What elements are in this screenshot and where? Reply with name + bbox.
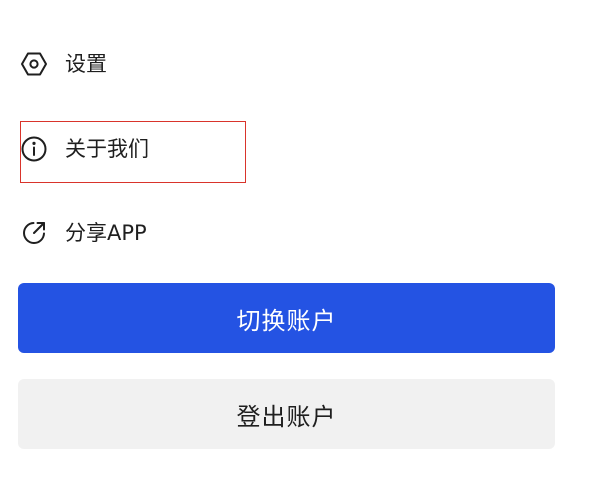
menu-item-settings[interactable]: 设置 (19, 44, 319, 84)
menu-item-label-share-app: 分享APP (65, 221, 147, 245)
share-external-icon (19, 218, 49, 248)
logout-button[interactable]: 登出账户 (18, 379, 555, 449)
menu-item-label-settings: 设置 (65, 52, 107, 76)
settings-hexagon-icon (19, 49, 49, 79)
menu-item-label-about-us: 关于我们 (65, 137, 149, 161)
account-menu-page: 设置 关于我们 分享APP 切换账户 登出账户 (0, 0, 598, 496)
info-circle-icon (19, 134, 49, 164)
switch-account-button[interactable]: 切换账户 (18, 283, 555, 353)
menu-item-about-us[interactable]: 关于我们 (19, 129, 319, 169)
menu-item-share-app[interactable]: 分享APP (19, 213, 319, 253)
